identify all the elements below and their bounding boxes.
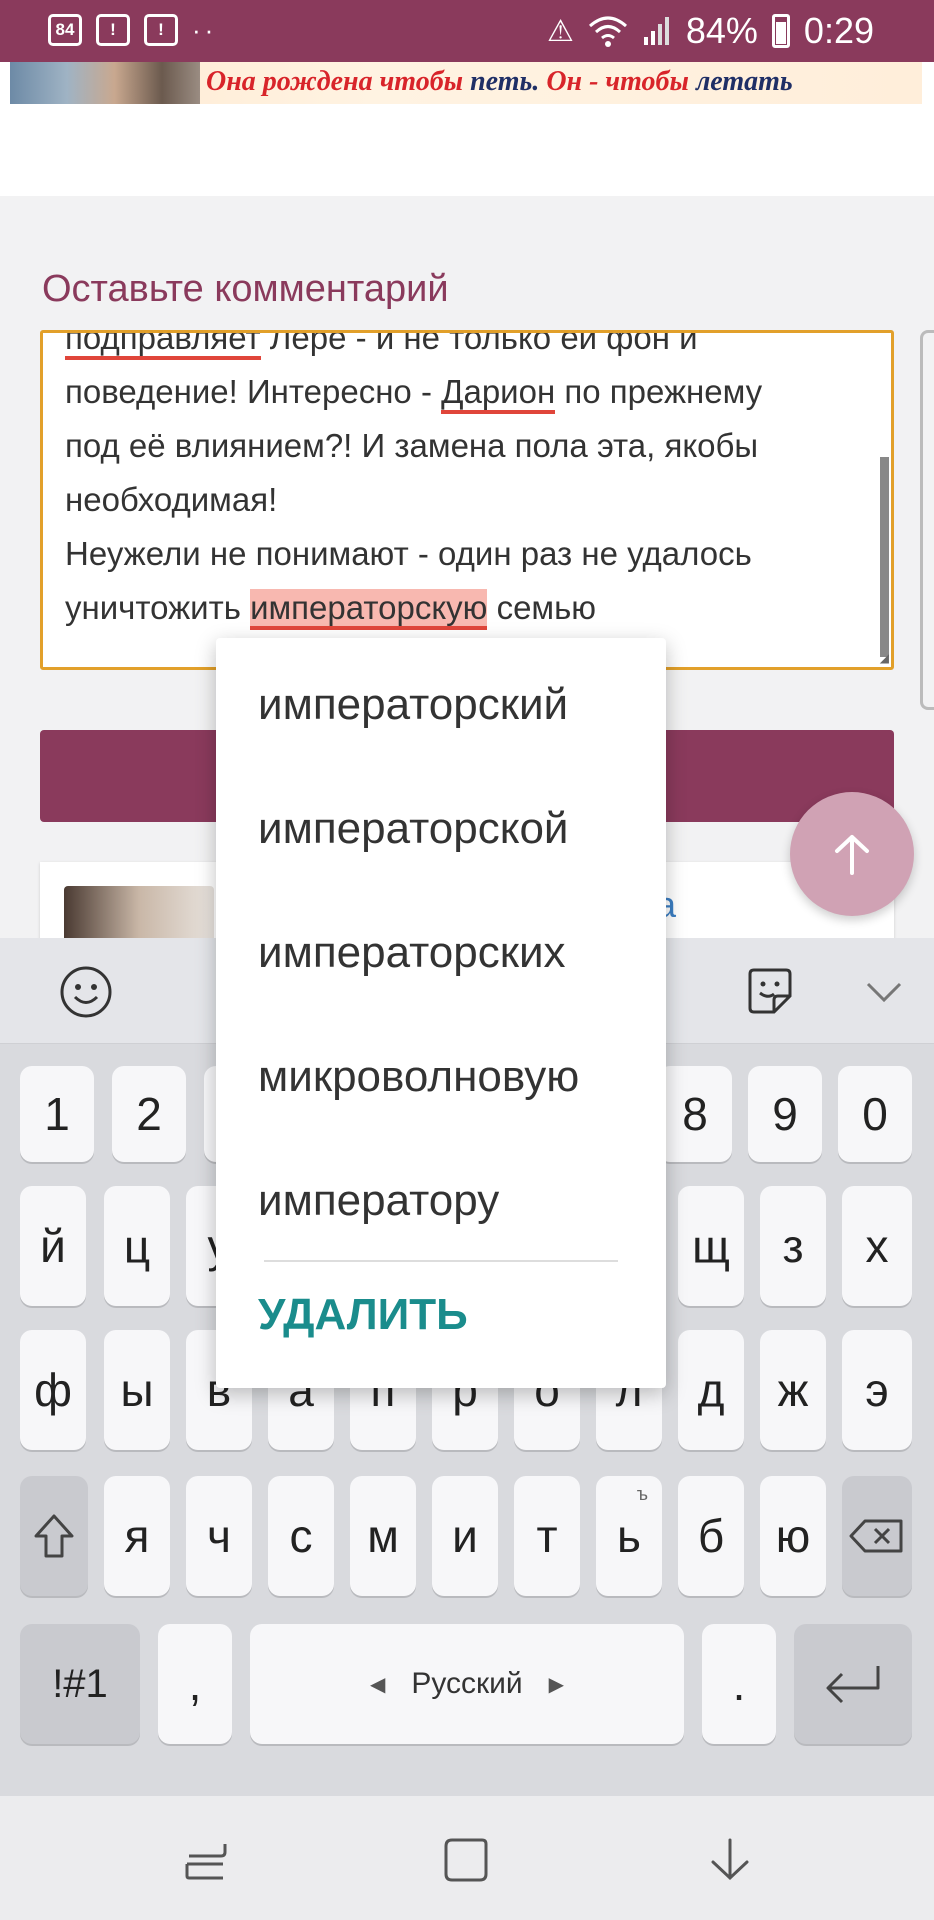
key-я[interactable]: я	[104, 1476, 170, 1596]
suggestion-item[interactable]: императорский	[258, 680, 568, 730]
key-0[interactable]: 0	[838, 1066, 912, 1162]
enter-icon	[826, 1666, 880, 1704]
comment-textarea[interactable]: подправляет Лере - и не только ей фон и …	[40, 330, 894, 670]
shift-icon	[34, 1514, 74, 1558]
key-ф[interactable]: ф	[20, 1330, 86, 1450]
battery-percent: 84%	[685, 10, 758, 51]
key-э[interactable]: э	[842, 1330, 912, 1450]
status-left: 84 ! ! ··	[48, 14, 217, 46]
status-right: ⚠ 84% 0:29	[547, 10, 874, 52]
key-и[interactable]: и	[432, 1476, 498, 1596]
sticker-icon[interactable]	[740, 962, 800, 1022]
banner-text: Она рождена чтобы петь. Он - чтобы летат…	[206, 66, 793, 97]
suggestion-item[interactable]: императорской	[258, 804, 569, 854]
key-б[interactable]: б	[678, 1476, 744, 1596]
key-ч[interactable]: ч	[186, 1476, 252, 1596]
suggestion-item[interactable]: императору	[258, 1176, 499, 1226]
key-т[interactable]: т	[514, 1476, 580, 1596]
misspelled-word[interactable]: подправляет	[65, 333, 261, 360]
banner-image	[10, 62, 200, 104]
page-header-area: Она рождена чтобы петь. Он - чтобы летат…	[0, 62, 934, 196]
suggestion-item[interactable]: микроволновую	[258, 1052, 579, 1102]
scroll-to-top-button[interactable]	[790, 792, 914, 916]
key-х[interactable]: х	[842, 1186, 912, 1306]
edge-panel-handle[interactable]	[920, 330, 934, 710]
key-ю[interactable]: ю	[760, 1476, 826, 1596]
data-saver-icon: ⚠	[546, 14, 574, 48]
key-с[interactable]: с	[268, 1476, 334, 1596]
notification-badge: 84	[48, 14, 82, 46]
backspace-icon	[849, 1519, 903, 1553]
key-з[interactable]: з	[760, 1186, 826, 1306]
wifi-icon	[588, 16, 627, 47]
key-2[interactable]: 2	[112, 1066, 186, 1162]
space-key-label: Русский	[411, 1667, 523, 1700]
back-icon[interactable]	[700, 1830, 760, 1890]
spellcheck-suggestions-popup: императорский императорской императорски…	[216, 638, 666, 1388]
selected-misspelled-word[interactable]: императорскую	[250, 589, 488, 630]
shift-key[interactable]	[20, 1476, 88, 1596]
key-ж[interactable]: ж	[760, 1330, 826, 1450]
key-1[interactable]: 1	[20, 1066, 94, 1162]
resize-grip-icon[interactable]: ◢	[880, 651, 889, 665]
status-bar: 84 ! ! ·· ⚠ 84% 0:29	[0, 0, 934, 62]
key-й[interactable]: й	[20, 1186, 86, 1306]
key-8[interactable]: 8	[658, 1066, 732, 1162]
more-notifications-icon: ··	[192, 15, 218, 45]
arrow-up-icon	[835, 835, 869, 875]
ad-banner[interactable]: Она рождена чтобы петь. Он - чтобы летат…	[10, 62, 922, 104]
home-icon[interactable]	[436, 1830, 496, 1890]
comment-text: подправляет Лере - и не только ей фон и …	[65, 333, 865, 635]
alert-icon: !	[96, 14, 130, 46]
comma-key[interactable]: ,	[158, 1624, 232, 1744]
emoji-icon[interactable]	[56, 962, 116, 1022]
textarea-scrollbar[interactable]	[880, 457, 889, 657]
key-9[interactable]: 9	[748, 1066, 822, 1162]
key-м[interactable]: м	[350, 1476, 416, 1596]
period-key[interactable]: .	[702, 1624, 776, 1744]
recent-apps-icon[interactable]	[176, 1830, 236, 1890]
suggestion-item[interactable]: императорских	[258, 928, 566, 978]
comment-section-title: Оставьте комментарий	[42, 268, 449, 310]
symbols-key[interactable]: !#1	[20, 1624, 140, 1744]
chevron-left-icon: ◀	[369, 1673, 386, 1696]
key-ц[interactable]: ц	[104, 1186, 170, 1306]
misspelled-word[interactable]: Дарион	[441, 373, 556, 414]
clock: 0:29	[803, 10, 874, 51]
collapse-keyboard-icon[interactable]	[854, 962, 914, 1022]
key-д[interactable]: д	[678, 1330, 744, 1450]
chevron-right-icon: ▶	[548, 1673, 565, 1696]
key-hint: ъ	[636, 1484, 648, 1504]
space-key[interactable]: ◀ Русский ▶	[250, 1624, 684, 1744]
battery-icon	[771, 14, 790, 48]
delete-word-button[interactable]: УДАЛИТЬ	[258, 1290, 468, 1340]
alert-icon-2: !	[144, 14, 178, 46]
key-щ[interactable]: щ	[678, 1186, 744, 1306]
divider	[264, 1260, 618, 1262]
backspace-key[interactable]	[842, 1476, 912, 1596]
enter-key[interactable]	[794, 1624, 912, 1744]
system-nav-bar	[0, 1796, 934, 1920]
key-ы[interactable]: ы	[104, 1330, 170, 1450]
avatar	[64, 886, 214, 946]
key-ь[interactable]: ь ъ	[596, 1476, 662, 1596]
signal-icon	[643, 17, 669, 45]
